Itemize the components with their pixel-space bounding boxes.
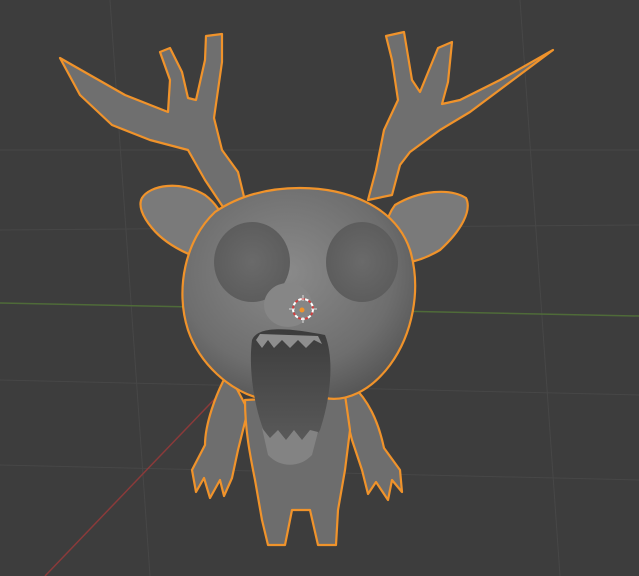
left-antler [58,32,248,212]
right-arm [340,383,404,502]
right-antler [366,30,555,202]
right-eye-socket [326,222,398,302]
object-origin-icon [299,307,305,313]
nose [264,283,312,327]
viewport-canvas[interactable] [0,0,639,576]
3d-viewport[interactable] [0,0,639,576]
